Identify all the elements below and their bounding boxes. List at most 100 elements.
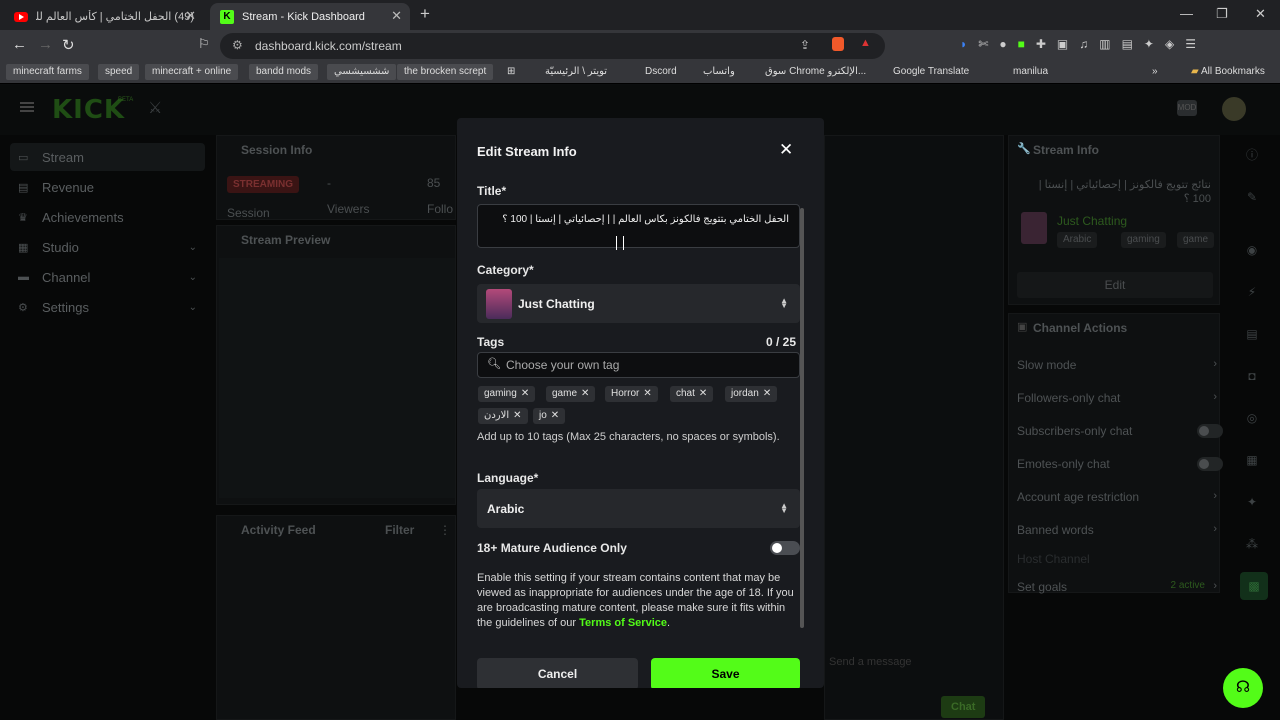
bookmark-item[interactable]: Google Translate (886, 64, 976, 80)
menu-toggle-icon[interactable] (20, 102, 34, 112)
sidebar-item-achievements[interactable]: ♛ Achievements (10, 203, 205, 231)
remove-tag-icon[interactable]: ✕ (513, 410, 521, 421)
edit-stream-info-button[interactable]: Edit (1017, 272, 1213, 298)
extension-icon[interactable]: ■ (1018, 37, 1025, 51)
channel-action-slow-mode[interactable]: Slow mode › (1017, 358, 1217, 372)
channel-action-set-goals[interactable]: Set goals 2 active › (1017, 580, 1217, 594)
category-select[interactable]: Just Chatting ▲ ▼ (477, 284, 800, 323)
vpn-icon[interactable]: ◈ (1165, 37, 1174, 51)
channel-action-banned-words[interactable]: Banned words › (1017, 523, 1217, 537)
sidebar-item-settings[interactable]: ⚙ Settings ⌄ (10, 293, 205, 321)
clipboard-icon[interactable]: ▤ (1240, 322, 1264, 346)
extension-icon[interactable]: ✄ (978, 37, 988, 51)
avatar[interactable] (1222, 97, 1246, 121)
more-bookmarks-icon[interactable]: » (1145, 64, 1165, 80)
leo-icon[interactable]: ✦ (1144, 37, 1154, 51)
close-tab-icon[interactable]: ✕ (391, 8, 402, 24)
bookmark-item[interactable]: ششسيشسي (327, 64, 397, 80)
kick-logo[interactable]: KICK (52, 95, 125, 125)
channel-action-account-age[interactable]: Account age restriction › (1017, 490, 1217, 504)
menu-icon[interactable]: ☰ (1185, 37, 1196, 51)
extension-icon[interactable]: ▣ (1057, 37, 1068, 51)
save-button[interactable]: Save (651, 658, 800, 688)
bookmark-item[interactable]: minecraft farms (6, 64, 89, 80)
remove-tag-icon[interactable]: ✕ (763, 388, 771, 399)
close-window-icon[interactable]: ✕ (1255, 6, 1266, 22)
sidebar-item-stream[interactable]: ▭ Stream (10, 143, 205, 171)
category-link[interactable]: Just Chatting (1057, 214, 1127, 228)
bolt-icon[interactable]: ⚡ (1240, 280, 1264, 304)
site-info-icon[interactable]: ⚙ (232, 38, 243, 52)
back-icon[interactable]: ← (12, 36, 27, 53)
sidebar-item-channel[interactable]: ▬ Channel ⌄ (10, 263, 205, 291)
chat-send-button[interactable]: Chat (941, 696, 986, 718)
remove-tag-icon[interactable]: ✕ (521, 388, 529, 399)
chat-icon[interactable]: ◘ (1240, 364, 1264, 388)
nodes-icon[interactable]: ⁂ (1240, 532, 1264, 556)
new-tab-icon[interactable]: + (420, 4, 430, 24)
support-chat-button[interactable]: ☊ (1223, 668, 1263, 708)
info-icon[interactable]: ⓘ (1240, 143, 1264, 167)
bookmark-icon[interactable]: ⚐ (198, 36, 210, 52)
language-select[interactable]: Arabic ▲ ▼ (477, 489, 800, 528)
channel-action-followers-only[interactable]: Followers-only chat › (1017, 391, 1217, 405)
emotes-only-toggle[interactable] (1197, 457, 1223, 471)
grid-app-icon[interactable]: ▩ (1240, 572, 1268, 600)
more-icon[interactable]: ⋮ (439, 523, 451, 537)
puzzle-icon[interactable]: ✚ (1036, 37, 1046, 51)
url-field[interactable]: ⚙ dashboard.kick.com/stream ⇪ ▲ (220, 33, 885, 59)
subscribers-only-toggle[interactable] (1197, 424, 1223, 438)
music-icon[interactable]: ♫ (1079, 37, 1088, 51)
share-icon[interactable]: ⇪ (800, 38, 810, 52)
maximize-icon[interactable]: ❐ (1216, 6, 1228, 22)
mature-audience-toggle[interactable] (770, 541, 800, 555)
modal-scrollbar[interactable] (800, 208, 804, 628)
layout-icon[interactable]: ▦ (1240, 448, 1264, 472)
bookmark-item[interactable]: تويتر \ الرئيسيّة (538, 64, 614, 80)
wallet-icon[interactable]: ▤ (1122, 37, 1133, 51)
remove-tag-icon[interactable]: ✕ (643, 388, 651, 399)
apps-grid-icon[interactable]: ⊞ (500, 64, 522, 80)
bookmark-item[interactable]: سوق Chrome الإلكترو... (758, 64, 873, 80)
close-icon[interactable]: ✕ (779, 140, 793, 160)
close-tab-icon[interactable]: ✕ (185, 8, 196, 24)
sidebar-item-revenue[interactable]: ▤ Revenue (10, 173, 205, 201)
pencil-icon[interactable]: ✎ (1240, 185, 1264, 209)
stream-preview-video[interactable] (219, 258, 455, 498)
sidebar-icon[interactable]: ▥ (1099, 37, 1110, 51)
browser-tab-youtube[interactable]: (49) الحفل الختامي | كأس العالم للرياضة … (4, 3, 204, 30)
remove-tag-icon[interactable]: ✕ (551, 410, 559, 421)
extension-icon[interactable]: ● (999, 37, 1006, 51)
brave-shields-icon[interactable] (832, 37, 844, 51)
brave-rewards-icon[interactable]: ▲ (860, 37, 871, 49)
session-info-panel: Session Info STREAMING Session - Viewers… (216, 135, 456, 220)
all-bookmarks-folder[interactable]: ▰ All Bookmarks (1184, 64, 1272, 80)
browser-tab-kick[interactable]: K Stream - Kick Dashboard ✕ (210, 3, 410, 30)
bookmark-item[interactable]: minecraft + online (145, 64, 239, 80)
cancel-button[interactable]: Cancel (477, 658, 638, 688)
chevron-right-icon: › (1213, 523, 1217, 535)
extension-icon[interactable]: ◗ (960, 37, 967, 51)
remove-tag-icon[interactable]: ✕ (699, 388, 707, 399)
forward-icon[interactable]: → (38, 36, 53, 53)
remove-tag-icon[interactable]: ✕ (581, 388, 589, 399)
bookmark-item[interactable]: bandd mods (249, 64, 319, 80)
title-input[interactable]: الحفل الختامي بتتويج فالكونز بكاس العالم… (477, 204, 800, 248)
broadcast-icon[interactable]: ◎ (1240, 406, 1264, 430)
sword-icon[interactable]: ⚔ (148, 98, 162, 118)
bookmark-item[interactable]: the brocken scrept (397, 64, 494, 80)
mod-icon[interactable]: MOD (1177, 100, 1197, 116)
bookmark-item[interactable]: واتساب (696, 64, 742, 80)
tag-search-input[interactable]: 🔍︎ Choose your own tag (477, 352, 800, 378)
wrench-icon[interactable]: ✦ (1240, 490, 1264, 514)
filter-button[interactable]: Filter (385, 523, 414, 537)
chat-input[interactable]: Send a message (829, 656, 912, 668)
reload-icon[interactable]: ↻ (62, 36, 75, 54)
sidebar-item-studio[interactable]: ▦ Studio ⌄ (10, 233, 205, 261)
terms-of-service-link[interactable]: Terms of Service (579, 617, 667, 629)
bookmark-item[interactable]: speed (98, 64, 140, 80)
camera-icon[interactable]: ◉ (1240, 238, 1264, 262)
bookmark-item[interactable]: manilua (1006, 64, 1055, 80)
minimize-icon[interactable]: — (1180, 6, 1193, 21)
bookmark-item[interactable]: Dscord (638, 64, 684, 80)
